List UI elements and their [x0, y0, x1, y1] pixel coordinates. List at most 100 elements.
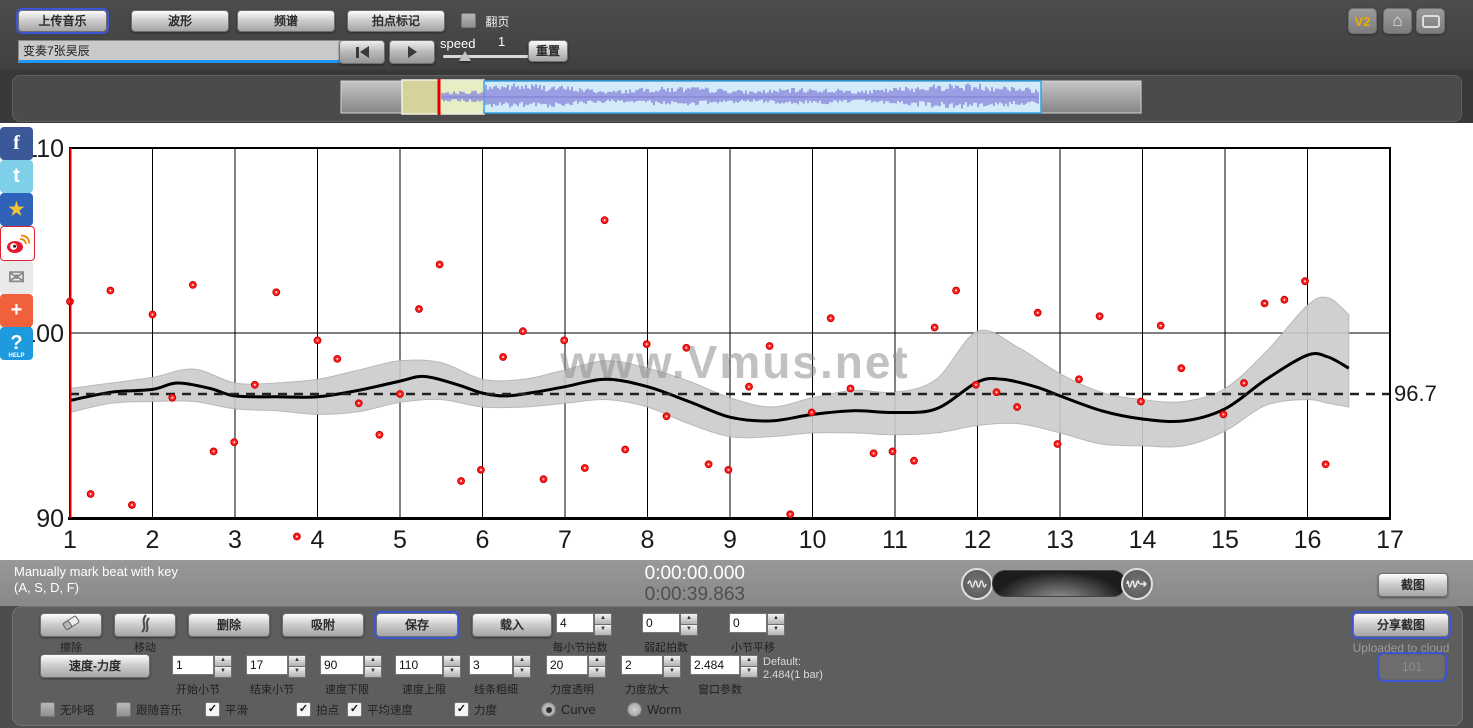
tempo-dynamics-button[interactable]: 速度-力度 — [40, 654, 150, 678]
tempo-max-down[interactable]: ▼ — [443, 666, 461, 678]
smooth-checkbox[interactable]: ✓ — [205, 702, 220, 717]
wave-small-icon[interactable] — [961, 568, 993, 600]
tempo-min: ▲▼ — [320, 655, 374, 677]
flip-page-checkbox[interactable] — [461, 13, 476, 28]
share-screenshot-button[interactable]: 分享截图 — [1353, 613, 1449, 637]
bar-shift-label: 小节平移 — [715, 639, 791, 655]
tab-upload-music[interactable]: 上传音乐 — [18, 10, 107, 32]
home-icon: ⌂ — [1392, 11, 1402, 31]
pickup-beats-label: 弱起拍数 — [628, 639, 704, 655]
save-button[interactable]: 保存 — [376, 613, 458, 637]
waveform-strip — [12, 75, 1462, 122]
fullscreen-button[interactable] — [1416, 8, 1445, 34]
reset-button[interactable]: 重置 — [528, 40, 568, 62]
bar-shift: ▲▼ — [729, 613, 777, 635]
average-tempo-label: 平均速度 — [367, 702, 413, 718]
play-icon — [408, 46, 417, 58]
follow-music-label: 跟随音乐 — [136, 702, 182, 718]
addthis-plus-icon[interactable]: + — [0, 294, 33, 327]
follow-music-checkbox[interactable] — [116, 702, 131, 717]
start-bar-label: 开始小节 — [158, 681, 238, 697]
vmus-app: 上传音乐波形频谱拍点标记 翻页 speed 1 重置 V2 ⌂ www.Vmu — [0, 0, 1473, 728]
dyn-amplify-down[interactable]: ▼ — [663, 666, 681, 678]
display-mode-worm-radio[interactable] — [627, 702, 642, 717]
x-tick-label: 5 — [393, 526, 407, 554]
beats-per-bar-down[interactable]: ▼ — [594, 624, 612, 636]
snapshot-button[interactable]: 截图 — [1378, 573, 1448, 597]
delete-button[interactable]: 删除 — [188, 613, 270, 637]
x-tick-label: 17 — [1376, 526, 1404, 554]
rewind-button[interactable] — [339, 40, 385, 64]
beats-per-bar-label: 每小节拍数 — [542, 639, 618, 655]
line-width-down[interactable]: ▼ — [513, 666, 531, 678]
dyn-amplify: ▲▼ — [621, 655, 673, 677]
time-current: 0:00:00.000 — [620, 563, 745, 585]
qzone-star-icon[interactable]: ★ — [0, 193, 33, 226]
speed-slider-thumb[interactable] — [459, 51, 471, 61]
flip-page-label: 翻页 — [485, 15, 509, 29]
x-tick-label: 14 — [1129, 526, 1157, 554]
dyn-transparency: ▲▼ — [546, 655, 598, 677]
y-tick-label: 90 — [36, 505, 64, 533]
bar-shift-down[interactable]: ▼ — [767, 624, 785, 636]
move-button[interactable] — [114, 613, 176, 637]
snap-button[interactable]: 吸附 — [282, 613, 364, 637]
tempo-min-input[interactable] — [320, 655, 364, 675]
display-mode-curve-radio[interactable] — [541, 702, 556, 717]
start-bar-down[interactable]: ▼ — [214, 666, 232, 678]
dyn-transparency-down[interactable]: ▼ — [588, 666, 606, 678]
x-tick-label: 8 — [641, 526, 655, 554]
dyn-amplify-label: 力度放大 — [607, 681, 687, 697]
play-button[interactable] — [389, 40, 435, 64]
tab-spectrum[interactable]: 频谱 — [237, 10, 335, 32]
tab-beat-marks[interactable]: 拍点标记 — [347, 10, 445, 32]
end-bar-input[interactable] — [246, 655, 288, 675]
beats-per-bar-input[interactable] — [556, 613, 594, 633]
filename-input[interactable] — [18, 40, 342, 63]
no-click-checkbox[interactable] — [40, 702, 55, 717]
speed-slider[interactable] — [443, 55, 538, 58]
end-bar-label: 结束小节 — [232, 681, 312, 697]
upload-id-button[interactable]: 101 — [1379, 654, 1445, 680]
time-total: 0:00:39.863 — [620, 584, 745, 606]
window-param: ▲▼ — [690, 655, 750, 677]
home-button[interactable]: ⌂ — [1383, 8, 1412, 34]
weibo-icon[interactable] — [0, 226, 35, 261]
tempo-max-input[interactable] — [395, 655, 443, 675]
beat-points-checkbox[interactable]: ✓ — [296, 702, 311, 717]
window-param-down[interactable]: ▼ — [740, 666, 758, 678]
window-param-input[interactable] — [690, 655, 740, 675]
average-tempo-checkbox[interactable]: ✓ — [347, 702, 362, 717]
x-tick-label: 10 — [799, 526, 827, 554]
bar-shift-input[interactable] — [729, 613, 767, 633]
wave-fast-icon[interactable] — [1121, 568, 1153, 600]
x-tick-label: 9 — [723, 526, 737, 554]
end-bar-down[interactable]: ▼ — [288, 666, 306, 678]
dynamics-checkbox[interactable]: ✓ — [454, 702, 469, 717]
social-sidebar: ft★ ✉+?HELP — [0, 127, 33, 360]
pickup-beats-down[interactable]: ▼ — [680, 624, 698, 636]
erase-button[interactable] — [40, 613, 102, 637]
display-mode-worm-label: Worm — [647, 702, 681, 717]
mail-icon[interactable]: ✉ — [0, 261, 33, 294]
load-button[interactable]: 载入 — [472, 613, 552, 637]
start-bar-input[interactable] — [172, 655, 214, 675]
facebook-icon[interactable]: f — [0, 127, 33, 160]
x-tick-label: 1 — [63, 526, 77, 554]
pickup-beats-input[interactable] — [642, 613, 680, 633]
help-icon[interactable]: ?HELP — [0, 327, 33, 360]
tempo-chart[interactable]: www.Vmus.net96.7901001101234567891011121… — [0, 123, 1473, 560]
version-badge[interactable]: V2 — [1348, 8, 1377, 34]
scrubber-slider[interactable] — [992, 570, 1126, 597]
default-note: Default: 2.484(1 bar) — [763, 656, 823, 682]
dyn-transparency-input[interactable] — [546, 655, 588, 675]
pickup-beats: ▲▼ — [642, 613, 690, 635]
twitter-icon[interactable]: t — [0, 160, 33, 193]
line-width-input[interactable] — [469, 655, 513, 675]
x-tick-label: 4 — [311, 526, 325, 554]
flip-page-option: 翻页 — [461, 13, 509, 30]
tempo-min-down[interactable]: ▼ — [364, 666, 382, 678]
waveform-overview[interactable] — [336, 79, 1146, 117]
dyn-amplify-input[interactable] — [621, 655, 663, 675]
tab-waveform[interactable]: 波形 — [131, 10, 229, 32]
